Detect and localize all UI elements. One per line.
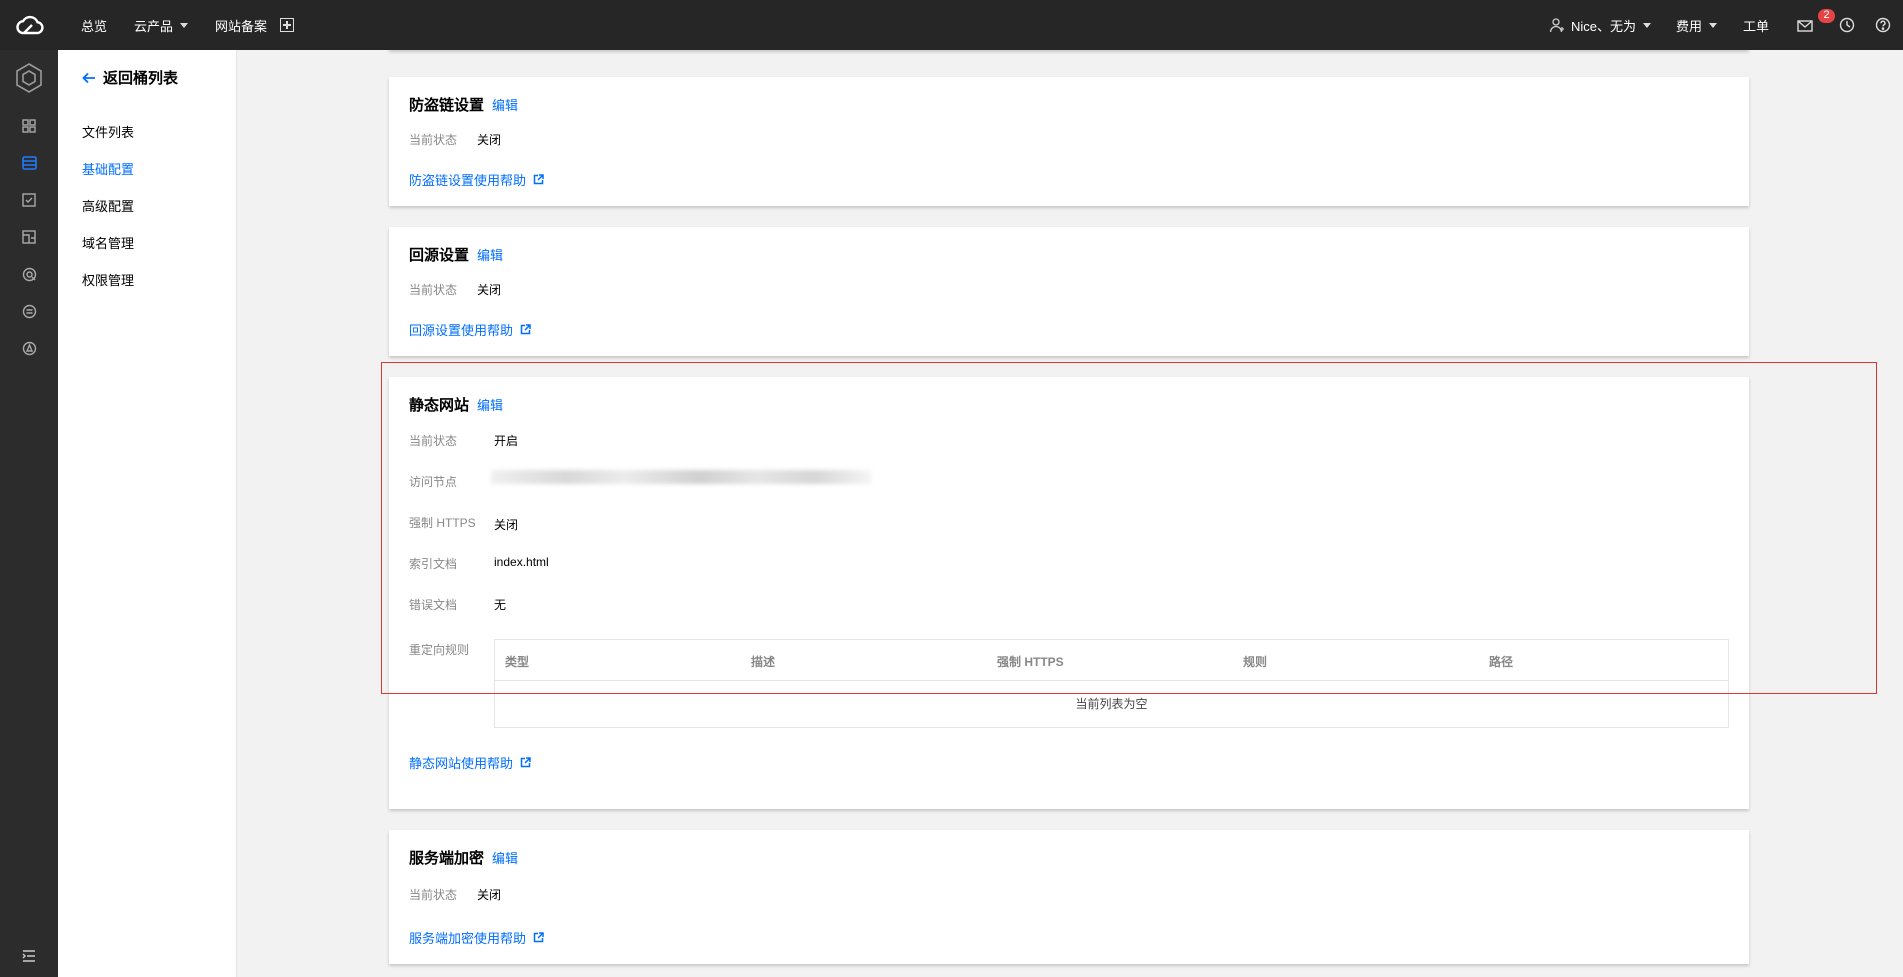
external-link-icon	[533, 932, 544, 943]
sidebar-item-domain-management[interactable]: 域名管理	[82, 233, 134, 252]
endpoint-value-redacted	[491, 470, 871, 484]
data-monitor-icon[interactable]	[19, 227, 39, 247]
sidebar-item-advanced-config[interactable]: 高级配置	[82, 196, 134, 215]
add-shortcut-icon[interactable]	[280, 18, 295, 32]
origin-status-value: 关闭	[477, 283, 502, 297]
external-link-icon	[520, 757, 531, 768]
endpoint-label: 访问节点	[409, 475, 458, 489]
column-path: 路径	[1489, 655, 1514, 669]
question-icon	[1875, 17, 1891, 33]
fees-label: 费用	[1675, 18, 1702, 34]
encryption-help-label: 服务端加密使用帮助	[409, 931, 527, 946]
hotlink-edit-button[interactable]: 编辑	[492, 95, 518, 114]
error-doc-label: 错误文档	[409, 598, 458, 612]
encryption-status-value: 关闭	[477, 888, 502, 902]
table-empty-message: 当前列表为空	[1075, 697, 1148, 711]
encryption-help-link[interactable]: 服务端加密使用帮助	[409, 928, 544, 947]
cos-product-icon[interactable]	[13, 62, 45, 94]
chevron-down-icon	[1642, 22, 1651, 28]
origin-status-label: 当前状态	[409, 283, 458, 297]
index-doc-value: index.html	[494, 555, 549, 569]
collapse-menu-icon[interactable]	[19, 946, 39, 966]
task-check-icon[interactable]	[19, 190, 39, 210]
column-rule: 规则	[1243, 655, 1268, 669]
force-https-value: 关闭	[494, 518, 519, 532]
origin-help-label: 回源设置使用帮助	[409, 323, 514, 338]
static-status-value: 开启	[494, 434, 519, 448]
user-icon	[1549, 18, 1564, 33]
redirect-table-header: 类型 描述 强制 HTTPS 规则 路径	[495, 640, 1728, 681]
sidebar-item-file-list[interactable]: 文件列表	[82, 122, 134, 141]
user-menu[interactable]: Nice、无为	[1549, 16, 1651, 35]
sidebar-item-permission-management[interactable]: 权限管理	[82, 270, 134, 289]
server-encryption-card: 服务端加密 编辑 当前状态 关闭 服务端加密使用帮助	[389, 830, 1749, 964]
encryption-title: 服务端加密	[409, 850, 485, 867]
encryption-status-label: 当前状态	[409, 888, 458, 902]
tools-icon[interactable]	[19, 338, 39, 358]
user-name: Nice、无为	[1570, 18, 1636, 34]
top-right-toolbar: Nice、无为 费用 工单 2	[1549, 0, 1903, 50]
hotlink-protection-card: 防盗链设置 编辑 当前状态 关闭 防盗链设置使用帮助	[389, 77, 1749, 206]
redirect-rules-label: 重定向规则	[409, 643, 470, 657]
back-label: 返回桶列表	[103, 70, 179, 87]
dashboard-icon[interactable]	[19, 116, 39, 136]
static-site-title: 静态网站	[409, 397, 470, 414]
external-link-icon	[520, 324, 531, 335]
origin-title: 回源设置	[409, 247, 470, 264]
mail-icon	[1797, 20, 1813, 32]
hotlink-help-label: 防盗链设置使用帮助	[409, 173, 527, 188]
arrow-left-icon	[82, 72, 95, 83]
bucket-sidebar: 返回桶列表 文件列表 基础配置 高级配置 域名管理 权限管理	[58, 50, 237, 977]
nav-cloud-products[interactable]: 云产品	[134, 16, 189, 35]
column-description: 描述	[751, 655, 776, 669]
index-doc-label: 索引文档	[409, 557, 458, 571]
encryption-edit-button[interactable]: 编辑	[492, 848, 518, 867]
top-bar: 总览 云产品 网站备案 Nice、无为 费用 工单 2	[0, 0, 1903, 50]
mail-badge: 2	[1818, 9, 1835, 23]
origin-settings-card: 回源设置 编辑 当前状态 关闭 回源设置使用帮助	[389, 227, 1749, 356]
logs-icon[interactable]	[19, 301, 39, 321]
column-type: 类型	[505, 655, 530, 669]
error-doc-value: 无	[494, 598, 507, 612]
hotlink-status-value: 关闭	[477, 133, 502, 147]
static-status-label: 当前状态	[409, 434, 458, 448]
static-site-help-label: 静态网站使用帮助	[409, 756, 514, 771]
nav-overview[interactable]: 总览	[81, 16, 107, 35]
back-to-bucket-list[interactable]: 返回桶列表	[82, 67, 178, 88]
origin-edit-button[interactable]: 编辑	[477, 245, 503, 264]
hotlink-status-label: 当前状态	[409, 133, 458, 147]
history-button[interactable]	[1839, 17, 1855, 33]
security-scan-icon[interactable]	[19, 264, 39, 284]
origin-help-link[interactable]: 回源设置使用帮助	[409, 320, 531, 339]
main-content: 防盗链设置 编辑 当前状态 关闭 防盗链设置使用帮助 回源设置 编辑 当前状态 …	[237, 50, 1903, 977]
nav-icp-filing[interactable]: 网站备案	[215, 16, 267, 35]
column-force-https: 强制 HTTPS	[997, 655, 1064, 669]
clock-icon	[1839, 17, 1855, 33]
static-site-help-link[interactable]: 静态网站使用帮助	[409, 753, 531, 772]
force-https-label: 强制 HTTPS	[409, 516, 476, 530]
ticket-link[interactable]: 工单	[1743, 16, 1769, 35]
static-site-edit-button[interactable]: 编辑	[477, 395, 503, 414]
static-website-card: 静态网站 编辑 当前状态 开启 访问节点 强制 HTTPS 关闭 索引文档 in…	[389, 377, 1749, 809]
top-nav: 总览 云产品 网站备案	[58, 0, 295, 50]
fees-menu[interactable]: 费用	[1676, 16, 1717, 35]
sidebar-item-basic-config[interactable]: 基础配置	[82, 159, 134, 178]
product-rail	[0, 50, 58, 977]
help-button[interactable]	[1875, 17, 1891, 33]
bucket-list-icon[interactable]	[19, 153, 39, 173]
chevron-down-icon	[180, 22, 189, 28]
hotlink-help-link[interactable]: 防盗链设置使用帮助	[409, 170, 544, 189]
cloud-logo-icon[interactable]	[0, 0, 58, 50]
external-link-icon	[533, 174, 544, 185]
hotlink-title: 防盗链设置	[409, 97, 485, 114]
chevron-down-icon	[1708, 22, 1717, 28]
mail-button[interactable]: 2	[1797, 0, 1835, 50]
nav-cloud-products-label: 云产品	[134, 18, 174, 34]
redirect-rules-table: 类型 描述 强制 HTTPS 规则 路径 当前列表为空	[494, 639, 1729, 728]
